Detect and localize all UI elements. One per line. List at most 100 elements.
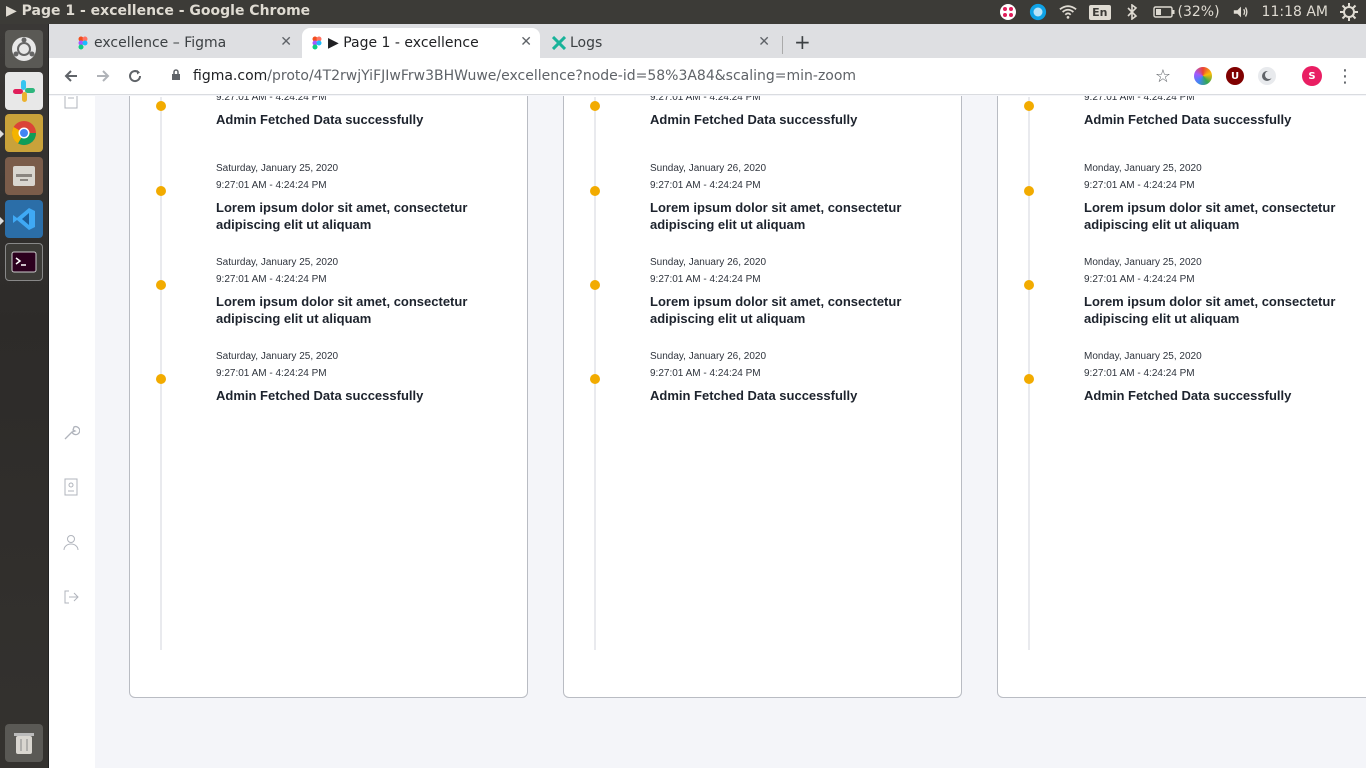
app-sidebar (49, 96, 95, 768)
entry-time: 9:27:01 AM - 4:24:24 PM (216, 368, 327, 379)
entry-message: Admin Fetched Data successfully (1084, 388, 1292, 403)
clock[interactable]: 11:18 AM (1262, 4, 1328, 20)
volume-icon[interactable] (1232, 3, 1250, 21)
logs-x-icon (552, 36, 566, 50)
entry-message: Admin Fetched Data successfully (1084, 112, 1292, 127)
top-panel: ▶ Page 1 - excellence - Google Chrome En… (0, 0, 1366, 24)
address-bar[interactable]: figma.com/proto/4T2rwjYiFJIwFrw3BHWuwe/e… (159, 62, 1189, 90)
user-icon[interactable] (62, 533, 80, 551)
entry-time: 9:27:01 AM - 4:24:24 PM (650, 368, 761, 379)
slack-tray-icon[interactable] (999, 3, 1017, 21)
entry-time: 9:27:01 AM - 4:24:24 PM (216, 96, 327, 103)
entry-date: Saturday, January 25, 2020 (216, 351, 339, 362)
keyboard-language-indicator[interactable]: En (1089, 4, 1111, 20)
entry-time: 9:27:01 AM - 4:24:24 PM (1084, 274, 1195, 285)
timeline-dot (590, 101, 600, 111)
wifi-icon[interactable] (1059, 3, 1077, 21)
entry-message: Lorem ipsum dolor sit amet, consectetur … (216, 294, 468, 326)
tab-label: ▶ Page 1 - excellence (328, 35, 479, 51)
battery-indicator[interactable]: (32%) (1152, 4, 1220, 20)
url-path: /proto/4T2rwjYiFJIwFrw3BHWuwe/excellence… (267, 68, 857, 84)
timeline-dot (156, 374, 166, 384)
trash-launcher-icon[interactable] (5, 724, 43, 762)
entry-message: Lorem ipsum dolor sit amet, consectetur … (1084, 294, 1336, 326)
terminal-launcher-icon[interactable] (5, 243, 43, 281)
launcher (0, 24, 49, 768)
entry-message: Admin Fetched Data successfully (216, 112, 424, 127)
timeline-card: 9:27:01 AM - 4:24:24 PM Admin Fetched Dat… (563, 96, 962, 698)
entry-time: 9:27:01 AM - 4:24:24 PM (650, 180, 761, 191)
window-title: ▶ Page 1 - excellence - Google Chrome (6, 3, 311, 19)
profile-avatar[interactable]: S (1302, 66, 1322, 86)
slack-launcher-icon[interactable] (5, 72, 43, 110)
entry-message: Lorem ipsum dolor sit amet, consectetur … (650, 294, 902, 326)
tab-close-icon[interactable]: ✕ (758, 34, 770, 50)
timeline-dot (1024, 101, 1034, 111)
timeline-dot (1024, 374, 1034, 384)
entry-message: Lorem ipsum dolor sit amet, consectetur … (1084, 200, 1336, 232)
entry-time: 9:27:01 AM - 4:24:24 PM (650, 274, 761, 285)
entry-message: Lorem ipsum dolor sit amet, consectetur … (650, 200, 902, 232)
tab-close-icon[interactable]: ✕ (520, 34, 532, 50)
entry-time: 9:27:01 AM - 4:24:24 PM (1084, 96, 1195, 103)
new-tab-button[interactable]: + (794, 30, 811, 54)
skype-tray-icon[interactable] (1029, 3, 1047, 21)
system-tray: En (32%) 11:18 AM (999, 0, 1366, 24)
timeline-dot (1024, 186, 1034, 196)
timeline-dot (590, 280, 600, 290)
wrench-icon[interactable] (62, 424, 80, 442)
reload-icon[interactable] (125, 66, 145, 86)
entry-message: Admin Fetched Data successfully (216, 388, 424, 403)
running-indicator (0, 130, 4, 138)
tab-label: Logs (570, 35, 603, 51)
chrome-launcher-icon[interactable] (5, 114, 43, 152)
timeline-dot (156, 280, 166, 290)
entry-date: Saturday, January 25, 2020 (216, 163, 339, 174)
tab-excellence-figma[interactable]: excellence – Figma ✕ (68, 28, 300, 58)
timeline-dot (590, 186, 600, 196)
color-picker-extension-icon[interactable] (1194, 67, 1212, 85)
dark-mode-extension-icon[interactable] (1258, 67, 1276, 85)
ublock-extension-icon[interactable]: U (1226, 67, 1244, 85)
document-edit-icon[interactable] (62, 96, 80, 110)
files-launcher-icon[interactable] (5, 157, 43, 195)
figma-icon (78, 36, 88, 50)
entry-message: Lorem ipsum dolor sit amet, consectetur … (216, 200, 468, 232)
bluetooth-icon[interactable] (1123, 3, 1141, 21)
id-card-icon[interactable] (62, 478, 80, 496)
entry-time: 9:27:01 AM - 4:24:24 PM (216, 274, 327, 285)
timeline-dot (1024, 280, 1034, 290)
entry-time: 9:27:01 AM - 4:24:24 PM (1084, 368, 1195, 379)
lock-icon[interactable] (171, 68, 183, 84)
timeline-dot (156, 101, 166, 111)
timeline-card: 9:27:01 AM - 4:24:24 PM Admin Fetched Dat… (997, 96, 1366, 698)
ubuntu-dash-icon[interactable] (5, 30, 43, 68)
url-host: figma.com (193, 68, 268, 84)
entry-date: Sunday, January 26, 2020 (650, 351, 767, 362)
entry-date: Monday, January 25, 2020 (1084, 163, 1202, 174)
battery-icon (1152, 6, 1174, 18)
tab-logs[interactable]: Logs ✕ (544, 28, 778, 58)
tab-strip: excellence – Figma ✕ ▶ Page 1 - excellen… (49, 24, 1366, 58)
entry-time: 9:27:01 AM - 4:24:24 PM (216, 180, 327, 191)
settings-gear-icon[interactable] (1340, 3, 1358, 21)
entry-message: Admin Fetched Data successfully (650, 112, 858, 127)
tab-label: excellence – Figma (94, 35, 227, 51)
entry-time: 9:27:01 AM - 4:24:24 PM (650, 96, 761, 103)
vscode-launcher-icon[interactable] (5, 200, 43, 238)
tab-page-1-excellence[interactable]: ▶ Page 1 - excellence ✕ (302, 28, 540, 58)
bookmark-star-icon[interactable]: ☆ (1153, 66, 1173, 87)
entry-date: Monday, January 25, 2020 (1084, 351, 1202, 362)
logout-icon[interactable] (62, 588, 80, 606)
entry-message: Admin Fetched Data successfully (650, 388, 858, 403)
timeline-card: 9:27:01 AM - 4:24:24 PM Admin Fetched Dat… (129, 96, 528, 698)
back-arrow-icon[interactable] (61, 66, 81, 86)
running-indicator-vscode (0, 217, 4, 225)
browser-toolbar: figma.com/proto/4T2rwjYiFJIwFrw3BHWuwe/e… (49, 58, 1366, 95)
entry-date: Sunday, January 26, 2020 (650, 257, 767, 268)
tab-separator (782, 36, 783, 54)
tab-close-icon[interactable]: ✕ (280, 34, 292, 50)
forward-arrow-icon[interactable] (93, 66, 113, 86)
menu-kebab-icon[interactable]: ⋮ (1335, 66, 1355, 87)
entry-date: Sunday, January 26, 2020 (650, 163, 767, 174)
